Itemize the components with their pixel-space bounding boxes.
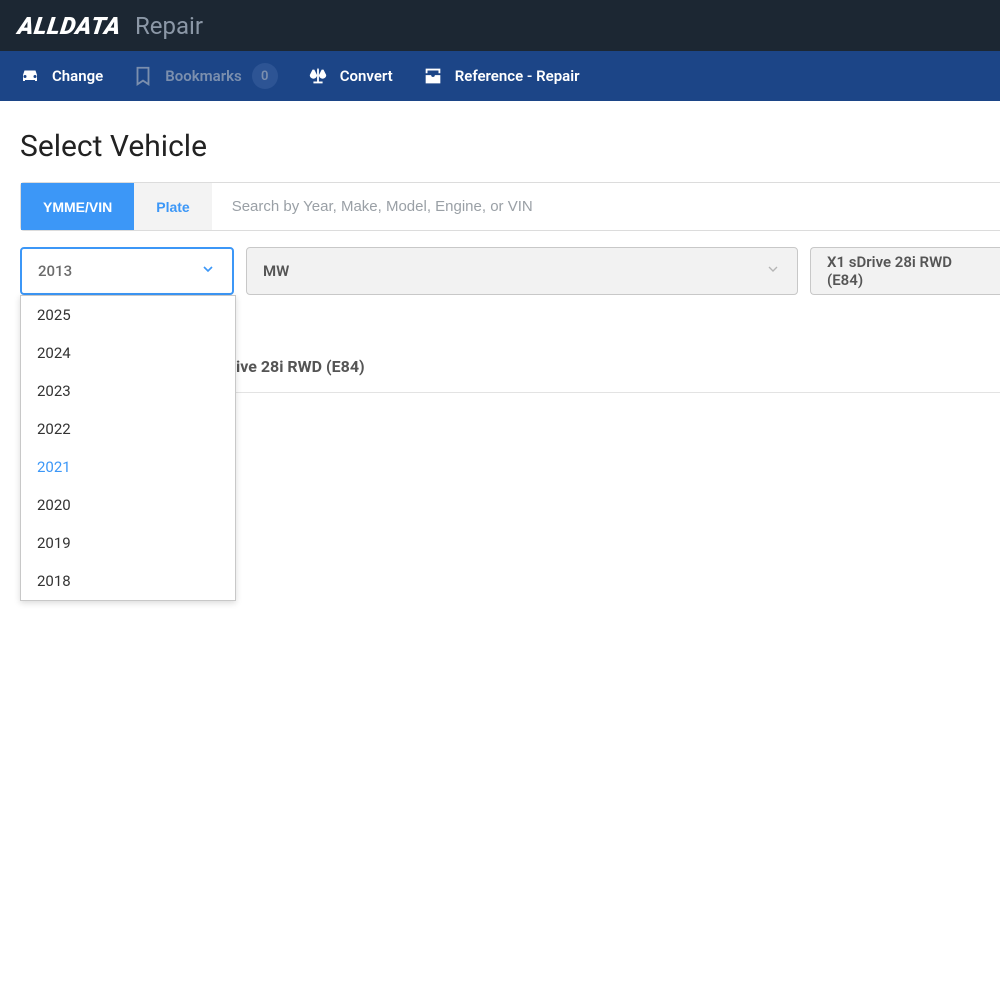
inbox-icon — [421, 64, 445, 88]
year-option[interactable]: 2019 — [21, 524, 235, 562]
model-select[interactable]: X1 sDrive 28i RWD (E84) — [810, 247, 1000, 295]
nav-bookmarks[interactable]: Bookmarks 0 — [131, 63, 278, 89]
search-input[interactable] — [212, 183, 1000, 230]
car-icon — [18, 64, 42, 88]
chevron-down-icon — [200, 261, 216, 281]
make-select-value: MW — [263, 262, 289, 280]
page-title: Select Vehicle — [20, 129, 1000, 164]
year-option[interactable]: 2021 — [21, 448, 235, 486]
app-header: ALLDATA Repair — [0, 0, 1000, 51]
year-option[interactable]: 2023 — [21, 372, 235, 410]
model-select-value: X1 sDrive 28i RWD (E84) — [827, 253, 984, 289]
nav-change[interactable]: Change — [18, 64, 103, 88]
scale-icon — [306, 64, 330, 88]
year-option[interactable]: 2024 — [21, 334, 235, 372]
bookmarks-badge: 0 — [252, 63, 278, 89]
nav-reference[interactable]: Reference - Repair — [421, 64, 580, 88]
nav-convert[interactable]: Convert — [306, 64, 393, 88]
tab-ymme[interactable]: YMME/VIN — [21, 183, 134, 230]
bookmark-icon — [131, 64, 155, 88]
year-select[interactable]: 2013 — [20, 247, 234, 295]
tab-plate[interactable]: Plate — [134, 183, 211, 230]
nav-convert-label: Convert — [340, 67, 393, 85]
year-option[interactable]: 2018 — [21, 562, 235, 600]
year-select-value: 2013 — [38, 262, 72, 280]
search-row: YMME/VIN Plate — [20, 182, 1000, 231]
nav-bookmarks-label: Bookmarks — [165, 67, 242, 85]
chevron-down-icon — [765, 261, 781, 281]
year-option[interactable]: 2022 — [21, 410, 235, 448]
nav-change-label: Change — [52, 67, 103, 85]
breadcrumb-text: ive 28i RWD (E84) — [236, 357, 365, 376]
nav-reference-label: Reference - Repair — [455, 67, 580, 85]
selector-row: 2013 20252024202320222021202020192018201… — [20, 247, 1000, 295]
nav-bar: Change Bookmarks 0 Convert Reference - R… — [0, 51, 1000, 101]
year-dropdown[interactable]: 2025202420232022202120202019201820172016… — [20, 295, 236, 601]
make-select[interactable]: MW — [246, 247, 798, 295]
logo: ALLDATA — [16, 12, 123, 40]
year-option[interactable]: 2017 — [21, 600, 235, 601]
year-option[interactable]: 2025 — [21, 296, 235, 334]
product-name: Repair — [135, 12, 203, 40]
year-option[interactable]: 2020 — [21, 486, 235, 524]
